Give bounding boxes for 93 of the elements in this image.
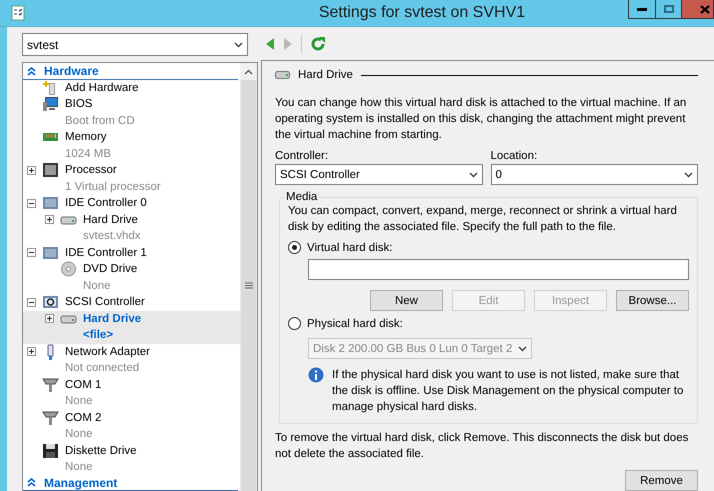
dropdown-chevron-icon — [518, 346, 527, 352]
minimize-icon — [637, 8, 647, 10]
item-name: BIOS — [65, 98, 92, 110]
item-detail: svtest.vhdx — [82, 229, 142, 244]
info-text: If the physical hard disk you want to use is not listed, make sure that the disk is offline. Use Disk Management on the physical computer to manage physical hard disks. — [332, 368, 684, 415]
section-header[interactable]: Hardware — [23, 64, 238, 80]
item-name: IDE Controller 0 — [65, 197, 147, 210]
tree-item[interactable]: Diskette Drive None — [23, 442, 240, 476]
refresh-icon[interactable] — [310, 36, 326, 52]
tree-item[interactable]: IDE Controller 0 — [23, 195, 240, 212]
collapse-icon[interactable] — [27, 198, 36, 208]
controller-card-icon — [42, 195, 59, 212]
item-detail: 1024 MB — [64, 146, 112, 162]
controller-dropdown[interactable]: SCSI Controller — [275, 164, 482, 185]
collapse-icon[interactable] — [27, 298, 36, 307]
scrollbar[interactable] — [240, 63, 257, 491]
item-name: DVD Drive — [83, 263, 138, 276]
item-detail: None — [64, 460, 94, 475]
group-title: Media — [285, 191, 318, 203]
item-name: Network Adapter — [65, 346, 150, 358]
item-name: IDE Controller 1 — [65, 246, 147, 259]
tree-item[interactable]: BIOS Boot from CD — [23, 96, 240, 129]
collapse-icon[interactable] — [27, 248, 36, 258]
close-button[interactable] — [681, 0, 714, 19]
tree-item[interactable]: Hard Drive svtest.vhdx — [23, 212, 240, 244]
item-detail: <file> — [82, 328, 114, 343]
tree-item[interactable]: Hard Drive <file> — [23, 310, 240, 344]
radio-label: Virtual hard disk: — [307, 242, 392, 254]
section-header[interactable]: Management — [23, 476, 238, 491]
field-label: Controller: — [275, 150, 330, 162]
vm-selector[interactable]: svtest — [22, 33, 248, 56]
section-heading: Hard Drive — [298, 69, 353, 81]
controller-card-icon — [42, 294, 59, 310]
disc-icon — [60, 261, 77, 278]
processor-icon — [42, 162, 59, 178]
item-detail: 1 Virtual processor — [64, 180, 162, 194]
minimize-button[interactable] — [628, 0, 656, 19]
item-name: Processor — [65, 164, 117, 176]
item-name: Hard Drive — [83, 312, 142, 325]
media-description: You can compact, convert, expand, merge, reconnect or shrink a virtual hard disk by editing the associated file. Specify the full path to the file. — [288, 204, 678, 235]
monitor-icon — [42, 96, 59, 112]
radio-label: Physical hard disk: — [307, 318, 403, 330]
location-dropdown[interactable]: 0 — [490, 164, 698, 185]
expand-icon[interactable] — [27, 166, 36, 175]
tree-item[interactable]: SCSI Controller — [23, 294, 240, 310]
radio-button[interactable] — [288, 241, 301, 254]
info-icon — [308, 367, 324, 383]
collapse-section-icon — [27, 66, 36, 76]
serial-port-icon — [42, 376, 59, 393]
item-name: Hard Drive — [83, 214, 138, 226]
field-label: Location: — [490, 150, 538, 162]
expand-icon[interactable] — [27, 347, 36, 356]
tree-item[interactable]: COM 2 None — [23, 410, 240, 442]
settings-window-icon — [9, 5, 25, 21]
item-name: Diskette Drive — [65, 444, 137, 457]
item-name: COM 1 — [65, 378, 102, 391]
close-icon — [700, 4, 710, 14]
scroll-up-icon[interactable] — [244, 68, 253, 74]
hard-drive-icon — [275, 71, 290, 79]
path-input-field[interactable] — [308, 259, 689, 280]
intro-text: You can change how this virtual hard disk is attached to the virtual machine. If an operating system is installed on this disk, changing the attachment might prevent the virtual machine from starting. — [275, 96, 688, 143]
dropdown-chevron-icon — [684, 172, 693, 178]
serial-port-icon — [42, 410, 59, 426]
scroll-grip-icon[interactable] — [244, 282, 252, 289]
item-name: SCSI Controller — [65, 296, 145, 308]
item-name: Memory — [65, 131, 107, 144]
dropdown-chevron-icon — [468, 172, 478, 178]
action-button[interactable]: Browse... — [616, 290, 689, 311]
dropdown-chevron-icon — [234, 42, 243, 48]
tree-item[interactable]: COM 1 None — [23, 376, 240, 410]
tree-item[interactable]: Add Hardware — [23, 80, 240, 96]
tree-item[interactable]: IDE Controller 1 — [23, 244, 240, 261]
tree-item[interactable]: Processor 1 Virtual processor — [23, 162, 240, 195]
controller-card-icon — [42, 244, 59, 261]
item-detail: None — [64, 427, 94, 442]
remove-button[interactable]: Remove — [625, 470, 698, 491]
expand-icon[interactable] — [45, 215, 54, 224]
window-title: Settings for svtest on SVHV1 — [318, 3, 526, 23]
item-detail: Not connected — [64, 361, 140, 376]
back-arrow-icon[interactable] — [265, 36, 275, 50]
tree-item[interactable]: Memory 1024 MB — [23, 129, 240, 162]
collapse-section-icon — [27, 478, 36, 488]
item-name: Add Hardware — [65, 82, 139, 94]
tree-item[interactable]: Network Adapter Not connected — [23, 344, 240, 376]
item-name: COM 2 — [65, 412, 102, 424]
expand-icon[interactable] — [45, 314, 54, 324]
tree-item[interactable]: DVD Drive None — [23, 261, 240, 294]
item-detail: None — [82, 278, 112, 294]
remove-note: To remove the virtual hard disk, click Remove. This disconnects the disk but does not delete the associated file. — [275, 431, 690, 462]
item-detail: None — [64, 394, 94, 409]
action-button[interactable]: New — [370, 290, 443, 311]
maximize-icon — [664, 5, 674, 13]
item-detail: Boot from CD — [64, 114, 136, 128]
